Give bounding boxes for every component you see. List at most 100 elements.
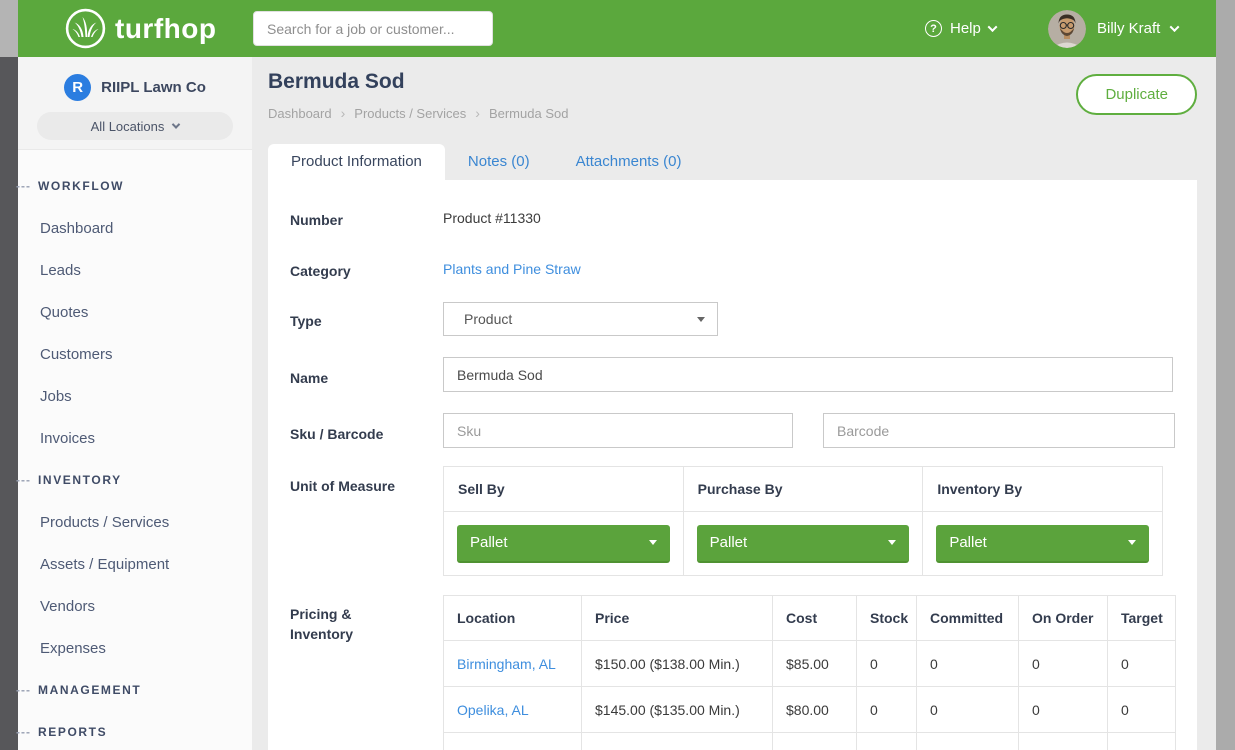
left-window-edge <box>0 0 18 750</box>
dropdown-arrow-icon <box>697 317 705 322</box>
price-cell: $150.00 ($138.00 Min.) <box>582 641 773 687</box>
sidebar-company-block: R RIIPL Lawn Co All Locations <box>18 57 252 150</box>
tab-notes[interactable]: Notes (0) <box>445 144 553 180</box>
dropdown-arrow-icon <box>888 540 896 545</box>
committed-cell: 0 <box>917 687 1019 733</box>
logo-text: turfhop <box>115 13 216 45</box>
tab-bar: Product Information Notes (0) Attachment… <box>268 144 704 180</box>
sidebar-section-reports[interactable]: REPORTS <box>18 711 252 750</box>
dashes-icon <box>16 725 31 739</box>
target-cell: 0 <box>1108 641 1176 687</box>
cost-cell: $80.00 <box>773 687 857 733</box>
location-link[interactable]: Birmingham, AL <box>457 656 556 672</box>
tab-product-information[interactable]: Product Information <box>268 144 445 180</box>
sidebar-section-workflow[interactable]: WORKFLOW <box>18 165 252 207</box>
purchase-by-value: Pallet <box>710 534 889 551</box>
inventory-by-select[interactable]: Pallet <box>936 525 1149 563</box>
sell-by-value: Pallet <box>470 534 649 551</box>
sidebar-item-dashboard[interactable]: Dashboard <box>18 207 252 249</box>
location-link[interactable]: Opelika, AL <box>457 702 529 718</box>
sidebar-section-management[interactable]: MANAGEMENT <box>18 669 252 711</box>
uom-column-inventory-by: Inventory By <box>923 467 1163 512</box>
breadcrumb-separator-icon <box>341 105 346 121</box>
dropdown-arrow-icon <box>1128 540 1136 545</box>
sidebar-section-inventory[interactable]: INVENTORY <box>18 459 252 501</box>
target-cell: 0 <box>1108 687 1176 733</box>
user-menu[interactable]: Billy Kraft <box>1048 0 1178 57</box>
type-label: Type <box>290 311 322 331</box>
dashes-icon <box>16 179 31 193</box>
chevron-down-icon <box>1170 22 1180 32</box>
breadcrumb-products-services[interactable]: Products / Services <box>354 106 466 121</box>
location-filter-label: All Locations <box>91 119 165 134</box>
uom-column-purchase-by: Purchase By <box>683 467 923 512</box>
category-label: Category <box>290 261 351 281</box>
sidebar-item-jobs[interactable]: Jobs <box>18 375 252 417</box>
duplicate-button[interactable]: Duplicate <box>1076 74 1197 115</box>
tab-attachments[interactable]: Attachments (0) <box>553 144 705 180</box>
column-price: Price <box>582 596 773 641</box>
dropdown-arrow-icon <box>649 540 657 545</box>
help-label: Help <box>950 20 981 37</box>
turfhop-grass-icon <box>65 8 106 49</box>
barcode-input[interactable] <box>823 413 1175 448</box>
pricing-inventory-label: Pricing & Inventory <box>290 604 375 645</box>
chevron-down-icon <box>172 120 180 128</box>
table-row-clipped <box>444 733 1176 750</box>
help-menu[interactable]: Help <box>925 0 996 57</box>
breadcrumb-current: Bermuda Sod <box>489 106 569 121</box>
sidebar-item-leads[interactable]: Leads <box>18 249 252 291</box>
company-switcher[interactable]: R RIIPL Lawn Co <box>18 57 252 101</box>
main-content: Bermuda Sod Dashboard Products / Service… <box>252 57 1216 750</box>
name-input[interactable] <box>443 357 1173 392</box>
product-information-panel: Number Product #11330 Category Plants an… <box>268 180 1197 750</box>
sidebar: R RIIPL Lawn Co All Locations WORKFLOW D… <box>18 57 252 750</box>
dashes-icon <box>16 683 31 697</box>
type-select-value: Product <box>464 311 697 327</box>
logo[interactable]: turfhop <box>65 8 216 49</box>
right-scrollbar-track[interactable] <box>1216 0 1235 750</box>
column-cost: Cost <box>773 596 857 641</box>
chevron-down-icon <box>987 22 997 32</box>
breadcrumb-separator-icon <box>475 105 480 121</box>
section-label: WORKFLOW <box>38 179 124 193</box>
search-input[interactable] <box>253 11 493 46</box>
column-on-order: On Order <box>1019 596 1108 641</box>
sidebar-item-quotes[interactable]: Quotes <box>18 291 252 333</box>
type-select[interactable]: Product <box>443 302 718 336</box>
section-label: REPORTS <box>38 725 107 739</box>
sidebar-menu: WORKFLOW Dashboard Leads Quotes Customer… <box>18 165 252 750</box>
committed-cell: 0 <box>917 641 1019 687</box>
breadcrumb-dashboard[interactable]: Dashboard <box>268 106 332 121</box>
avatar <box>1048 10 1086 48</box>
sku-input[interactable] <box>443 413 793 448</box>
table-header-row: Location Price Cost Stock Committed On O… <box>444 596 1176 641</box>
company-name: RIIPL Lawn Co <box>101 79 206 96</box>
sell-by-select[interactable]: Pallet <box>457 525 670 563</box>
column-committed: Committed <box>917 596 1019 641</box>
on-order-cell: 0 <box>1019 687 1108 733</box>
top-navbar: turfhop Help <box>18 0 1216 57</box>
page-title: Bermuda Sod <box>268 70 405 94</box>
sidebar-item-expenses[interactable]: Expenses <box>18 627 252 669</box>
sidebar-item-products-services[interactable]: Products / Services <box>18 501 252 543</box>
category-link[interactable]: Plants and Pine Straw <box>443 261 581 277</box>
sidebar-item-vendors[interactable]: Vendors <box>18 585 252 627</box>
pricing-inventory-table: Location Price Cost Stock Committed On O… <box>443 595 1176 750</box>
column-target: Target <box>1108 596 1176 641</box>
unit-of-measure-label: Unit of Measure <box>290 476 395 496</box>
sidebar-item-invoices[interactable]: Invoices <box>18 417 252 459</box>
stock-cell: 0 <box>857 641 917 687</box>
cost-cell: $85.00 <box>773 641 857 687</box>
on-order-cell: 0 <box>1019 641 1108 687</box>
sidebar-item-customers[interactable]: Customers <box>18 333 252 375</box>
sidebar-item-assets-equipment[interactable]: Assets / Equipment <box>18 543 252 585</box>
section-label: INVENTORY <box>38 473 122 487</box>
location-filter[interactable]: All Locations <box>37 112 233 140</box>
help-icon <box>925 20 942 37</box>
unit-of-measure-table: Sell By Purchase By Inventory By Pallet … <box>443 466 1163 576</box>
purchase-by-select[interactable]: Pallet <box>697 525 910 563</box>
stock-cell: 0 <box>857 687 917 733</box>
dashes-icon <box>16 473 31 487</box>
column-stock: Stock <box>857 596 917 641</box>
